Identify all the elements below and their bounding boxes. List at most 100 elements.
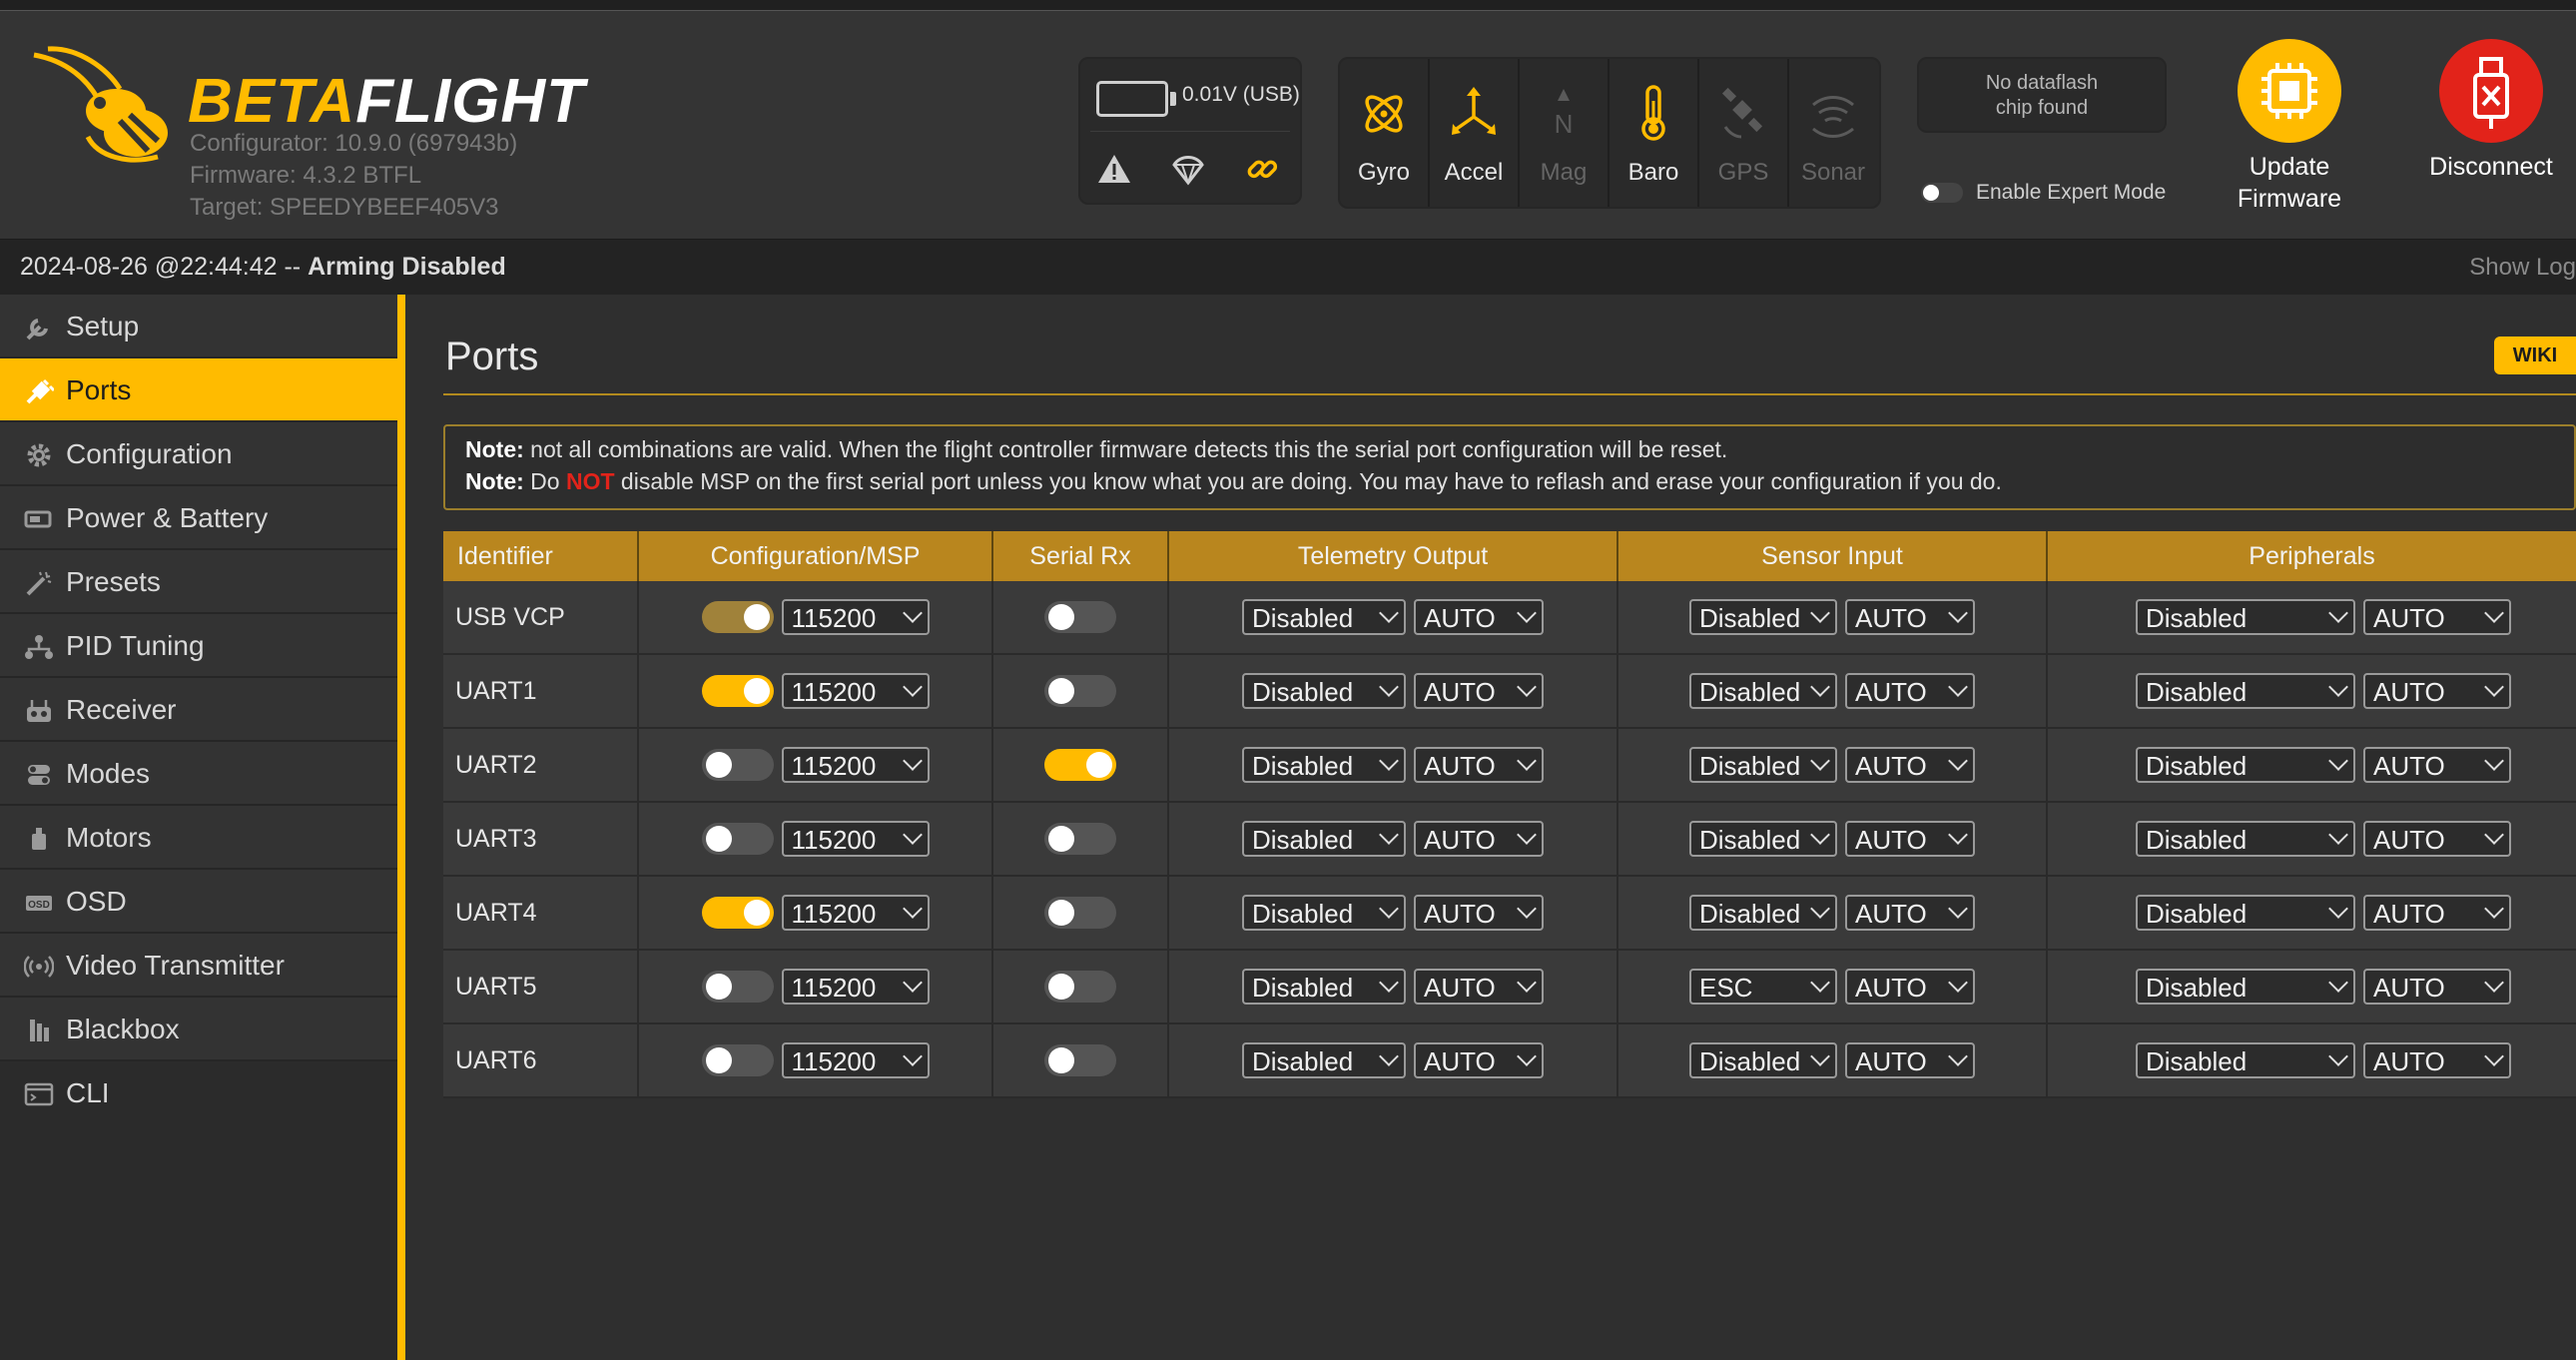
wiki-button[interactable]: WIKI bbox=[2494, 337, 2576, 374]
col-peripherals: Peripherals bbox=[2047, 531, 2576, 581]
peripheral-select[interactable]: Disabled bbox=[2136, 747, 2355, 783]
peripheral-baud-select[interactable]: AUTO bbox=[2363, 969, 2511, 1005]
toggle-knob bbox=[1048, 678, 1074, 704]
msp-toggle[interactable] bbox=[701, 601, 774, 633]
sidebar-item-presets[interactable]: Presets bbox=[0, 550, 397, 614]
msp-baud-select[interactable]: 115200 bbox=[781, 969, 930, 1005]
peripheral-baud-select[interactable]: AUTO bbox=[2363, 599, 2511, 635]
mag-icon: N bbox=[1555, 89, 1573, 139]
msp-baud-select[interactable]: 115200 bbox=[781, 747, 930, 783]
expert-mode-switch[interactable] bbox=[1921, 183, 1963, 203]
msp-baud-select[interactable]: 115200 bbox=[781, 895, 930, 931]
update-firmware-button[interactable]: Update Firmware bbox=[2205, 39, 2374, 215]
table-row: UART1 115200 Disabled AUTO Disabled AUTO Disab… bbox=[443, 654, 2576, 729]
peripheral-select[interactable]: Disabled bbox=[2136, 1042, 2355, 1078]
battery-voltage: 0.01V (USB) bbox=[1182, 83, 1300, 106]
peripheral-select-value: Disabled bbox=[2146, 825, 2248, 855]
serial-rx-toggle[interactable] bbox=[1044, 1044, 1116, 1076]
msp-baud-select[interactable]: 115200 bbox=[781, 673, 930, 709]
peripheral-select[interactable]: Disabled bbox=[2136, 895, 2355, 931]
telemetry-select[interactable]: Disabled bbox=[1242, 599, 1406, 635]
telemetry-baud-select[interactable]: AUTO bbox=[1414, 673, 1544, 709]
sidebar-item-osd[interactable]: OSD OSD bbox=[0, 870, 397, 934]
msp-toggle[interactable] bbox=[701, 971, 774, 1003]
sidebar-item-label: PID Tuning bbox=[66, 630, 205, 661]
telemetry-select[interactable]: Disabled bbox=[1242, 895, 1406, 931]
telemetry-select[interactable]: Disabled bbox=[1242, 969, 1406, 1005]
disconnect-label: Disconnect bbox=[2429, 153, 2553, 181]
sensor-baud-select[interactable]: AUTO bbox=[1845, 673, 1975, 709]
sidebar-item-receiver[interactable]: Receiver bbox=[0, 678, 397, 742]
chevron-down-icon bbox=[1517, 603, 1537, 623]
sidebar-item-video-transmitter[interactable]: Video Transmitter bbox=[0, 934, 397, 998]
serial-rx-toggle[interactable] bbox=[1044, 749, 1116, 781]
chevron-down-icon bbox=[1948, 677, 1968, 697]
serial-rx-toggle[interactable] bbox=[1044, 897, 1116, 929]
sensor-baud-select[interactable]: AUTO bbox=[1845, 969, 1975, 1005]
msp-baud-select[interactable]: 115200 bbox=[781, 821, 930, 857]
sidebar-item-power-battery[interactable]: Power & Battery bbox=[0, 486, 397, 550]
msp-toggle[interactable] bbox=[701, 675, 774, 707]
cell-telemetry: Disabled AUTO bbox=[1168, 728, 1618, 803]
telemetry-baud-select[interactable]: AUTO bbox=[1414, 599, 1544, 635]
msp-toggle[interactable] bbox=[701, 749, 774, 781]
msp-baud-select[interactable]: 115200 bbox=[781, 1042, 930, 1078]
sidebar-item-cli[interactable]: CLI bbox=[0, 1061, 397, 1125]
serial-rx-toggle[interactable] bbox=[1044, 823, 1116, 855]
toggle-knob bbox=[743, 900, 770, 926]
peripheral-baud-select[interactable]: AUTO bbox=[2363, 821, 2511, 857]
sidebar-item-configuration[interactable]: Configuration bbox=[0, 422, 397, 486]
sensor-baud-select[interactable]: AUTO bbox=[1845, 747, 1975, 783]
peripheral-baud-select[interactable]: AUTO bbox=[2363, 673, 2511, 709]
peripheral-select[interactable]: Disabled bbox=[2136, 969, 2355, 1005]
telemetry-select[interactable]: Disabled bbox=[1242, 1042, 1406, 1078]
sensor-select[interactable]: Disabled bbox=[1689, 895, 1837, 931]
table-row: USB VCP 115200 Disabled AUTO Disabled AUTO Dis… bbox=[443, 581, 2576, 655]
sidebar-item-modes[interactable]: Modes bbox=[0, 742, 397, 806]
disconnect-button[interactable]: Disconnect bbox=[2406, 39, 2576, 183]
sensor-select[interactable]: Disabled bbox=[1689, 747, 1837, 783]
sidebar-item-pid-tuning[interactable]: PID Tuning bbox=[0, 614, 397, 678]
peripheral-select[interactable]: Disabled bbox=[2136, 673, 2355, 709]
telemetry-baud-select[interactable]: AUTO bbox=[1414, 895, 1544, 931]
note-label: Note: bbox=[465, 468, 524, 494]
sidebar-item-motors[interactable]: Motors bbox=[0, 806, 397, 870]
msp-toggle[interactable] bbox=[701, 1044, 774, 1076]
sensor-gps: GPS bbox=[1699, 59, 1789, 207]
sensor-baud-select[interactable]: AUTO bbox=[1845, 599, 1975, 635]
sensor-baud-select[interactable]: AUTO bbox=[1845, 821, 1975, 857]
sensor-select[interactable]: ESC bbox=[1689, 969, 1837, 1005]
sensor-select[interactable]: Disabled bbox=[1689, 599, 1837, 635]
sensor-select[interactable]: Disabled bbox=[1689, 821, 1837, 857]
sensor-baud-select[interactable]: AUTO bbox=[1845, 1042, 1975, 1078]
telemetry-select[interactable]: Disabled bbox=[1242, 821, 1406, 857]
peripheral-select[interactable]: Disabled bbox=[2136, 599, 2355, 635]
msp-toggle[interactable] bbox=[701, 823, 774, 855]
sensor-select[interactable]: Disabled bbox=[1689, 673, 1837, 709]
sidebar-item-blackbox[interactable]: Blackbox bbox=[0, 998, 397, 1061]
telemetry-select[interactable]: Disabled bbox=[1242, 673, 1406, 709]
peripheral-baud-select[interactable]: AUTO bbox=[2363, 747, 2511, 783]
sensor-baud-select[interactable]: AUTO bbox=[1845, 895, 1975, 931]
chevron-down-icon bbox=[1948, 751, 1968, 771]
show-log-link[interactable]: Show Log bbox=[2469, 254, 2576, 282]
sidebar-item-setup[interactable]: Setup bbox=[0, 295, 397, 358]
serial-rx-toggle[interactable] bbox=[1044, 971, 1116, 1003]
sidebar-item-ports[interactable]: Ports bbox=[0, 358, 397, 422]
cell-serial-rx bbox=[992, 728, 1169, 803]
serial-rx-toggle[interactable] bbox=[1044, 675, 1116, 707]
telemetry-select[interactable]: Disabled bbox=[1242, 747, 1406, 783]
serial-rx-toggle[interactable] bbox=[1044, 601, 1116, 633]
telemetry-baud-select[interactable]: AUTO bbox=[1414, 1042, 1544, 1078]
peripheral-baud-select[interactable]: AUTO bbox=[2363, 1042, 2511, 1078]
telemetry-baud-select[interactable]: AUTO bbox=[1414, 821, 1544, 857]
cell-serial-rx bbox=[992, 876, 1169, 951]
peripheral-select[interactable]: Disabled bbox=[2136, 821, 2355, 857]
telemetry-baud-select[interactable]: AUTO bbox=[1414, 969, 1544, 1005]
peripheral-baud-select[interactable]: AUTO bbox=[2363, 895, 2511, 931]
sensor-select[interactable]: Disabled bbox=[1689, 1042, 1837, 1078]
msp-toggle[interactable] bbox=[701, 897, 774, 929]
telemetry-baud-select[interactable]: AUTO bbox=[1414, 747, 1544, 783]
msp-baud-select[interactable]: 115200 bbox=[781, 599, 930, 635]
cell-msp: 115200 bbox=[638, 728, 993, 803]
